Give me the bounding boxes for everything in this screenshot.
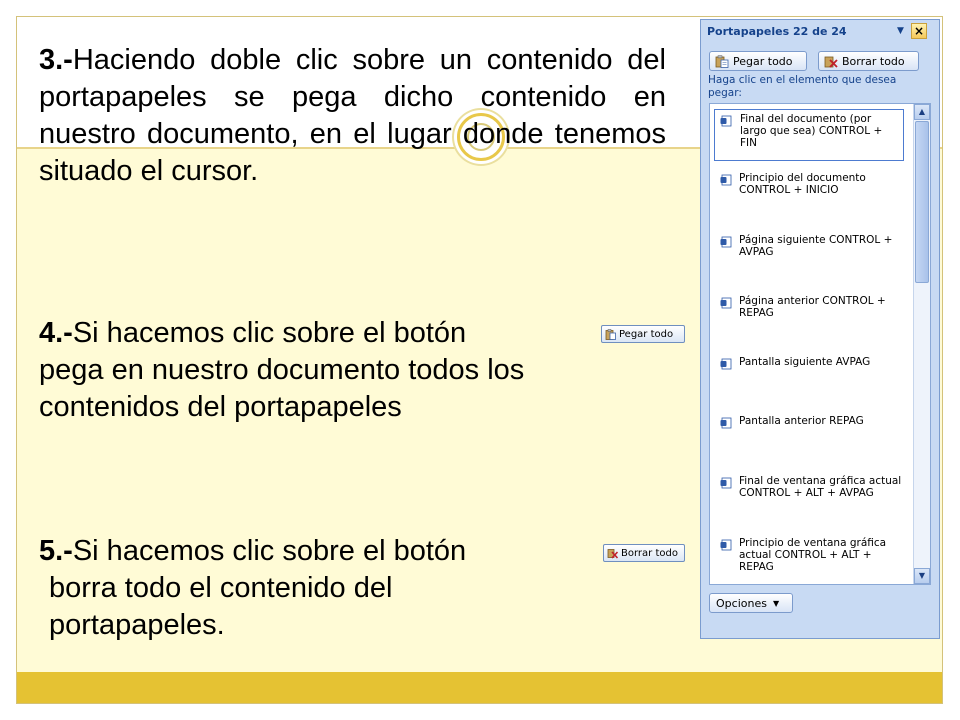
word-doc-icon [720, 174, 732, 186]
scroll-down-icon[interactable]: ▼ [914, 568, 930, 584]
pane-hint: Haga clic en el elemento que desea pegar… [708, 74, 897, 99]
word-doc-icon [720, 236, 732, 248]
clipboard-pane: Portapapeles 22 de 24 ▼ × Pegar todo Bor… [700, 19, 940, 639]
clipboard-item[interactable]: Principio del documento CONTROL + INICIO [714, 172, 904, 196]
clipboard-item[interactable]: Final de ventana gráfica actual CONTROL … [714, 475, 904, 499]
point-4-line-3: contenidos del portapapeles [39, 391, 402, 423]
point-4-line-1: 4.-Si hacemos clic sobre el botón [39, 315, 639, 352]
paste-all-button[interactable]: Pegar todo [709, 51, 807, 71]
slide: 3.-Haciendo doble clic sobre un contenid… [16, 16, 943, 704]
clipboard-item-label: Página siguiente CONTROL + AVPAG [739, 234, 893, 258]
clipboard-item[interactable]: Página anterior CONTROL + REPAG [714, 295, 904, 319]
clipboard-item-label: Página anterior CONTROL + REPAG [739, 295, 886, 319]
word-doc-icon [720, 539, 732, 551]
clipboard-item[interactable]: Página siguiente CONTROL + AVPAG [714, 234, 904, 258]
clipboard-item[interactable]: Pantalla siguiente AVPAG [714, 356, 904, 370]
chevron-down-icon: ▼ [772, 598, 780, 608]
point-4-line-2: pega en nuestro documento todos los [39, 354, 525, 386]
point-4-text-1: Si hacemos clic sobre el botón [72, 317, 467, 349]
close-button[interactable]: × [911, 23, 927, 39]
paste-all-label: Pegar todo [733, 54, 793, 68]
point-3-number: 3.- [39, 44, 73, 76]
options-label: Opciones [716, 596, 767, 610]
clipboard-icon [605, 328, 616, 340]
point-4-number: 4.- [39, 317, 73, 349]
clipboard-item-label: Principio del documento CONTROL + INICIO [739, 172, 866, 196]
word-doc-icon [720, 358, 732, 370]
inline-paste-all-button[interactable]: Pegar todo [601, 325, 685, 343]
word-doc-icon [720, 417, 732, 429]
clear-all-button[interactable]: Borrar todo [818, 51, 919, 71]
point-5-number: 5.- [39, 535, 73, 567]
clipboard-item-label: Final de ventana gráfica actual CONTROL … [739, 475, 902, 499]
inline-clear-all-label: Borrar todo [621, 547, 678, 559]
clipboard-item-label: Final del documento (por largo que sea) … [740, 113, 883, 149]
pane-title: Portapapeles 22 de 24 [707, 25, 847, 38]
clipboard-item-label: Pantalla anterior REPAG [739, 415, 864, 427]
clipboard-icon [715, 54, 729, 68]
inline-clear-all-button[interactable]: Borrar todo [603, 544, 685, 562]
point-5: 5.-Si hacemos clic sobre el botón borra … [39, 533, 599, 644]
point-3: 3.-Haciendo doble clic sobre un contenid… [39, 42, 666, 190]
point-5-line-3: portapapeles. [49, 609, 225, 641]
options-button[interactable]: Opciones ▼ [709, 593, 793, 613]
clipboard-item-label: Pantalla siguiente AVPAG [739, 356, 871, 368]
clipboard-item[interactable]: Principio de ventana gráfica actual CONT… [714, 537, 904, 573]
clear-all-label: Borrar todo [842, 54, 905, 68]
bottom-bar [17, 672, 942, 703]
word-doc-icon [720, 115, 732, 127]
clipboard-item-label: Principio de ventana gráfica actual CONT… [739, 537, 887, 573]
scroll-up-icon[interactable]: ▲ [914, 104, 930, 120]
inline-paste-all-label: Pegar todo [619, 328, 674, 340]
clipboard-list: Final del documento (por largo que sea) … [709, 103, 931, 585]
clipboard-item[interactable]: Pantalla anterior REPAG [714, 415, 904, 429]
scrollbar[interactable]: ▲ ▼ [913, 104, 930, 584]
point-5-line-2: borra todo el contenido del [49, 572, 393, 604]
point-5-text-1: Si hacemos clic sobre el botón [72, 535, 467, 567]
clear-icon [607, 548, 618, 559]
dropdown-arrow-icon[interactable]: ▼ [897, 26, 904, 36]
point-3-text: Haciendo doble clic sobre un contenido d… [39, 44, 666, 187]
clipboard-item[interactable]: Final del documento (por largo que sea) … [714, 109, 904, 161]
point-4: 4.-Si hacemos clic sobre el botón pega e… [39, 315, 639, 426]
clear-icon [824, 56, 838, 68]
scroll-thumb[interactable] [915, 121, 929, 283]
word-doc-icon [720, 297, 732, 309]
point-5-line-1: 5.-Si hacemos clic sobre el botón [39, 533, 599, 570]
word-doc-icon [720, 477, 732, 489]
